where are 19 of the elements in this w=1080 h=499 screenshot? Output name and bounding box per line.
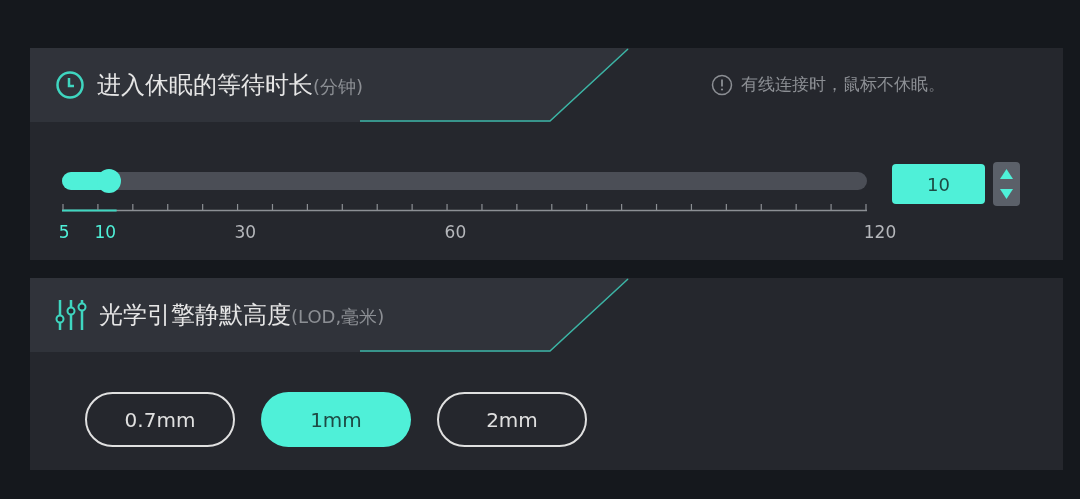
scale-label: 5 — [58, 221, 70, 244]
clock-icon — [55, 70, 85, 100]
value-field[interactable]: 10 — [892, 164, 985, 204]
scale-label: 30 — [234, 221, 257, 244]
section-title: 光学引擎静默高度 — [99, 300, 291, 331]
option-button[interactable]: 0.7mm — [85, 392, 235, 447]
scale-label: 120 — [863, 221, 897, 244]
unit-label: (LOD,毫米) — [291, 305, 385, 329]
option-button[interactable]: 2mm — [437, 392, 587, 447]
hint-text: 有线连接时，鼠标不休眠。 — [741, 73, 945, 97]
stepper-icon[interactable] — [993, 162, 1020, 206]
info-icon — [711, 74, 733, 96]
sliders-icon — [55, 299, 87, 331]
slider-track[interactable] — [62, 172, 867, 190]
unit-label: (分钟) — [313, 75, 364, 99]
section-title: 进入休眠的等待时长 — [97, 70, 313, 101]
scale-label: 10 — [94, 221, 117, 244]
scale-label: 60 — [444, 221, 467, 244]
option-button[interactable]: 1mm — [261, 392, 411, 447]
